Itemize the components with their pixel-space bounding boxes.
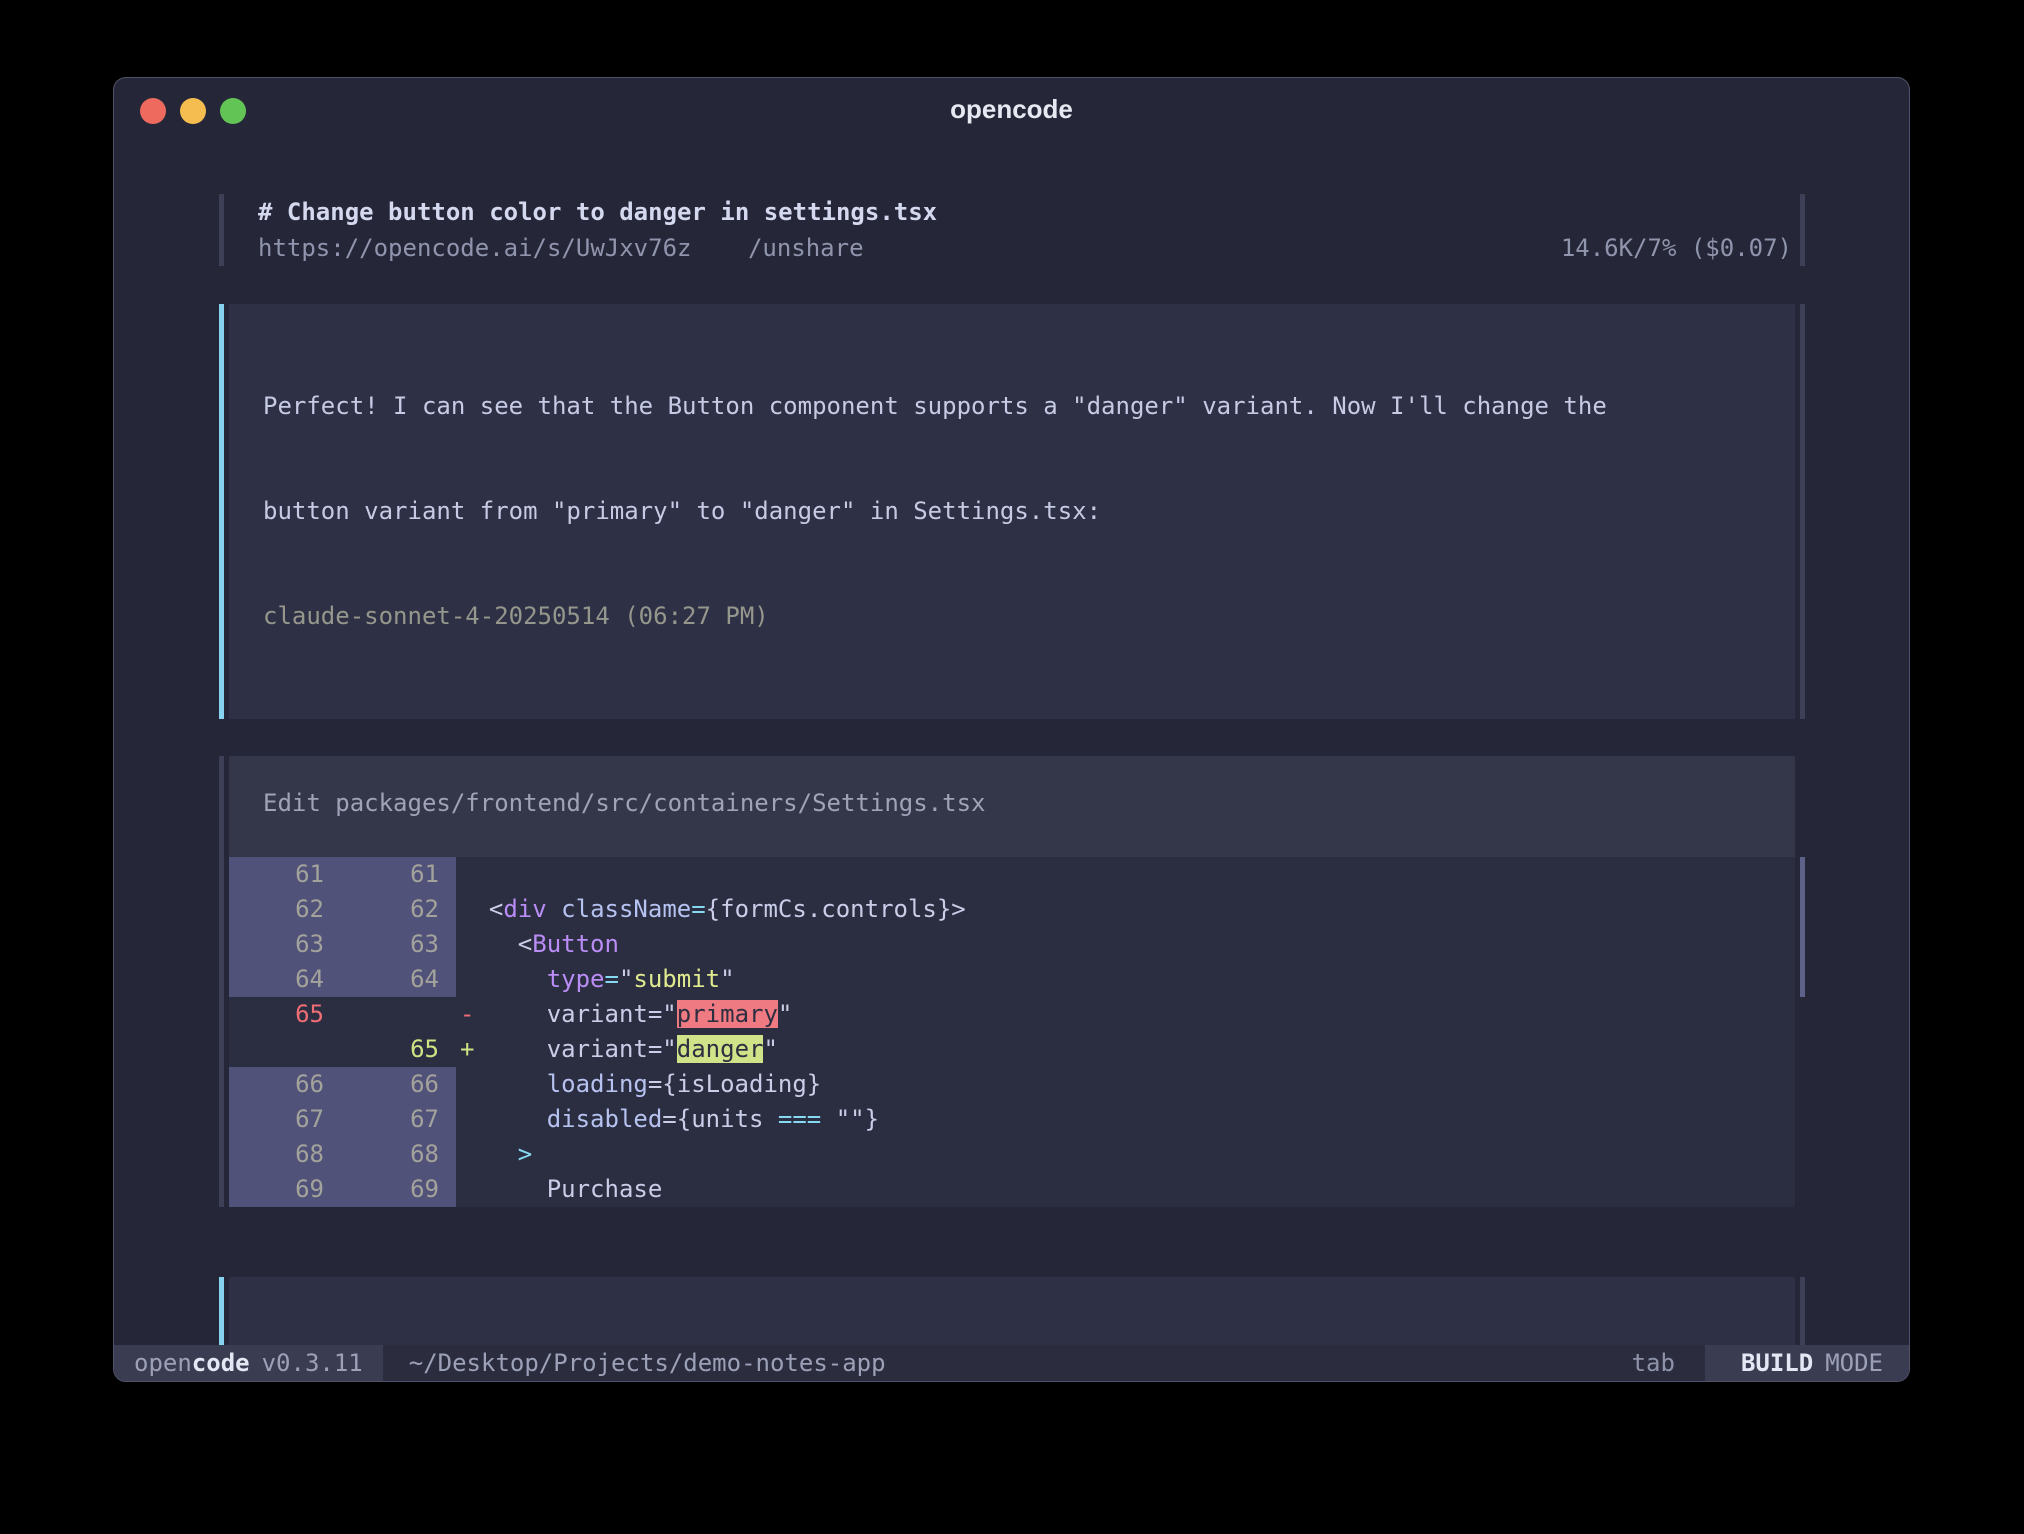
app-name-bold: code xyxy=(192,1349,250,1377)
new-line-number: 64 xyxy=(341,962,456,997)
old-line-number: 68 xyxy=(229,1137,341,1172)
diff-row: 65 - variant="primary" xyxy=(229,997,1795,1032)
titlebar: opencode xyxy=(114,78,1909,138)
traffic-lights xyxy=(140,98,246,124)
edit-tool-card: Edit packages/frontend/src/containers/Se… xyxy=(219,756,1805,1207)
session-header: # Change button color to danger in setti… xyxy=(219,194,1805,266)
new-line-number: 69 xyxy=(341,1172,456,1207)
app-version-chip: opencode v0.3.11 xyxy=(114,1345,383,1381)
window-title: opencode xyxy=(114,78,1909,140)
close-button[interactable] xyxy=(140,98,166,124)
diff-code-line: <Button xyxy=(456,927,1795,962)
diff-code-line xyxy=(456,857,1795,892)
diff-code-line: Purchase xyxy=(456,1172,1795,1207)
old-line-number: 65 xyxy=(229,997,341,1032)
message-text: Perfect! I can see that the Button compo… xyxy=(263,389,1761,424)
app-version: v0.3.11 xyxy=(262,1349,363,1377)
session-content: # Change button color to danger in setti… xyxy=(114,194,1909,1382)
new-line-number: 62 xyxy=(341,892,456,927)
new-line-number: 66 xyxy=(341,1067,456,1102)
diff-code-line: <div className={formCs.controls}> xyxy=(456,892,1795,927)
maximize-button[interactable] xyxy=(220,98,246,124)
edit-left-rule xyxy=(219,756,224,1207)
tab-key-hint: tab xyxy=(1632,1345,1675,1381)
edit-file-path: Edit packages/frontend/src/containers/Se… xyxy=(229,756,1795,821)
message-text: button variant from "primary" to "danger… xyxy=(263,494,1761,529)
unshare-command[interactable]: /unshare xyxy=(748,234,864,262)
diff-row: 6262 <div className={formCs.controls}> xyxy=(229,892,1795,927)
diff-code-line: type="submit" xyxy=(456,962,1795,997)
app-name-normal: open xyxy=(134,1349,192,1377)
message-accent-bar xyxy=(219,304,224,719)
new-line-number xyxy=(341,997,456,1032)
status-bar: opencode v0.3.11 ~/Desktop/Projects/demo-… xyxy=(114,1345,1909,1381)
new-line-number: 65 xyxy=(341,1032,456,1067)
diff-row: 6868 > xyxy=(229,1137,1795,1172)
old-line-number: 66 xyxy=(229,1067,341,1102)
assistant-message: Perfect! I can see that the Button compo… xyxy=(219,304,1805,719)
old-line-number: 64 xyxy=(229,962,341,997)
diff-code-line: loading={isLoading} xyxy=(456,1067,1795,1102)
diff-code-line: + variant="danger" xyxy=(456,1032,1795,1067)
old-line-number: 63 xyxy=(229,927,341,962)
opencode-window: opencode # Change button color to danger… xyxy=(113,77,1910,1382)
old-line-number xyxy=(229,1032,341,1067)
old-line-number: 69 xyxy=(229,1172,341,1207)
diff-row: 6464 type="submit" xyxy=(229,962,1795,997)
new-line-number: 63 xyxy=(341,927,456,962)
diff-view: 61616262 <div className={formCs.controls… xyxy=(229,857,1795,1207)
old-line-number: 61 xyxy=(229,857,341,892)
diff-row: 6969 Purchase xyxy=(229,1172,1795,1207)
mode-label: MODE xyxy=(1825,1349,1883,1377)
diff-row: 6666 loading={isLoading} xyxy=(229,1067,1795,1102)
token-usage: 14.6K/7% ($0.07) xyxy=(1561,230,1800,266)
diff-scrollbar-thumb[interactable] xyxy=(1800,857,1805,997)
session-title: # Change button color to danger in setti… xyxy=(258,194,1800,230)
old-line-number: 62 xyxy=(229,892,341,927)
diff-code-line: - variant="primary" xyxy=(456,997,1795,1032)
diff-row: 6161 xyxy=(229,857,1795,892)
working-directory: ~/Desktop/Projects/demo-notes-app xyxy=(409,1345,886,1381)
new-line-number: 68 xyxy=(341,1137,456,1172)
diff-row: 6363 <Button xyxy=(229,927,1795,962)
mode-indicator[interactable]: BUILD MODE xyxy=(1705,1345,1909,1381)
diff-code-line: disabled={units === ""} xyxy=(456,1102,1795,1137)
diff-row: 6767 disabled={units === ""} xyxy=(229,1102,1795,1137)
message-model-timestamp: claude-sonnet-4-20250514 (06:27 PM) xyxy=(263,599,1761,634)
minimize-button[interactable] xyxy=(180,98,206,124)
diff-scrollbar xyxy=(1800,756,1805,1207)
diff-code-line: > xyxy=(456,1137,1795,1172)
share-info: https://opencode.ai/s/UwJxv76z /unshare xyxy=(258,230,864,266)
header-right-rule xyxy=(1800,194,1805,266)
share-url-link[interactable]: https://opencode.ai/s/UwJxv76z xyxy=(258,234,691,262)
new-line-number: 67 xyxy=(341,1102,456,1137)
new-line-number: 61 xyxy=(341,857,456,892)
diff-row: 65+ variant="danger" xyxy=(229,1032,1795,1067)
mode-name-bold: BUILD xyxy=(1741,1349,1813,1377)
message-right-rule xyxy=(1800,304,1805,719)
old-line-number: 67 xyxy=(229,1102,341,1137)
